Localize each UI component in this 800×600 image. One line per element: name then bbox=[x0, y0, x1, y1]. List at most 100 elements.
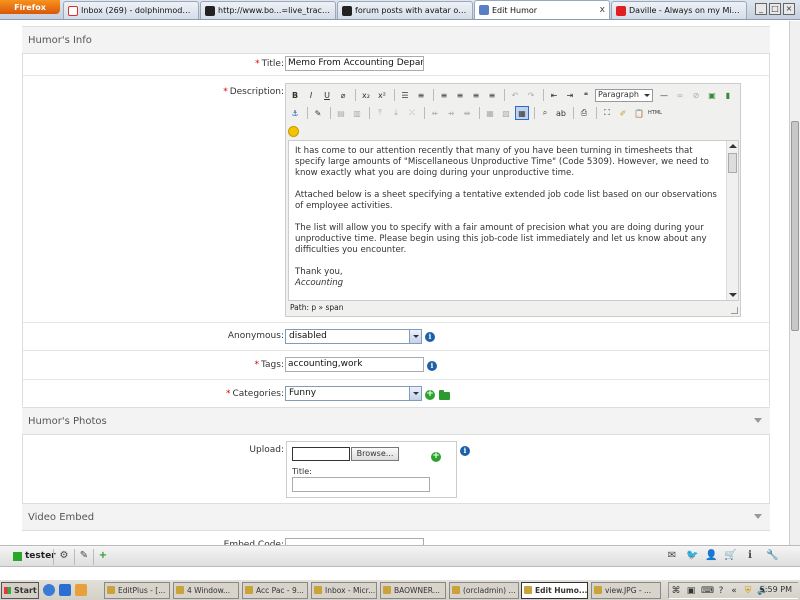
strikethrough-icon[interactable]: ⌀ bbox=[336, 88, 350, 102]
shield-icon[interactable]: ⛨ bbox=[743, 586, 753, 596]
close-tab-icon[interactable]: x bbox=[600, 5, 605, 15]
start-button[interactable]: Start bbox=[1, 582, 39, 599]
gear-icon[interactable]: ⚙ bbox=[58, 550, 70, 562]
search-icon[interactable]: ⌕ bbox=[538, 106, 552, 120]
firefox-icon[interactable] bbox=[75, 584, 87, 596]
media-icon[interactable]: ▮ bbox=[721, 88, 735, 102]
superscript-icon[interactable]: x² bbox=[375, 88, 389, 102]
insert-col-before-icon[interactable]: ⇷ bbox=[428, 106, 442, 120]
fullscreen-icon[interactable]: ⛶ bbox=[600, 106, 614, 120]
indent-icon[interactable]: ⇥ bbox=[563, 88, 577, 102]
add-photo-icon[interactable]: + bbox=[431, 452, 441, 462]
row-props-icon[interactable]: ▥ bbox=[350, 106, 364, 120]
page-scrollbar[interactable] bbox=[789, 21, 800, 545]
bullet-list-icon[interactable]: ☰ bbox=[398, 88, 412, 102]
tags-input[interactable]: accounting,work bbox=[285, 357, 424, 372]
delete-col-icon[interactable]: ⇹ bbox=[460, 106, 474, 120]
emoticon-icon[interactable] bbox=[288, 125, 299, 137]
maximize-button[interactable]: □ bbox=[769, 3, 781, 15]
info-icon[interactable]: i bbox=[427, 361, 437, 371]
folder-icon[interactable] bbox=[439, 390, 450, 400]
expand-tray-icon[interactable]: « bbox=[729, 586, 739, 596]
taskbar-item[interactable]: BAOWNER... bbox=[380, 582, 446, 599]
underline-icon[interactable]: U bbox=[320, 88, 334, 102]
section-header-video[interactable]: Video Embed bbox=[22, 503, 770, 531]
italic-icon[interactable]: I bbox=[304, 88, 318, 102]
mail-icon[interactable]: ✉ bbox=[666, 550, 678, 562]
taskbar-item-active[interactable]: Edit Humo... bbox=[521, 582, 588, 599]
table-icon[interactable]: ▦ bbox=[515, 106, 529, 120]
editor-content-area[interactable]: It has come to our attention recently th… bbox=[288, 140, 739, 301]
align-left-icon[interactable]: ≡ bbox=[437, 88, 451, 102]
tab-gmail[interactable]: Inbox (269) - dolphinmods@... bbox=[63, 1, 199, 19]
redo-icon[interactable]: ↷ bbox=[524, 88, 538, 102]
split-cells-icon[interactable]: ▦ bbox=[483, 106, 497, 120]
format-select[interactable]: Paragraph bbox=[595, 88, 653, 102]
user-icon[interactable]: 👤 bbox=[705, 550, 717, 562]
bold-icon[interactable]: B bbox=[288, 88, 302, 102]
print-icon[interactable]: ⎙ bbox=[577, 106, 591, 120]
unlink-icon[interactable]: ⊘ bbox=[689, 88, 703, 102]
undo-icon[interactable]: ↶ bbox=[508, 88, 522, 102]
info-icon[interactable]: i bbox=[425, 332, 435, 342]
title-input[interactable]: Memo From Accounting Department bbox=[285, 56, 424, 71]
insert-row-before-icon[interactable]: ⤒ bbox=[373, 106, 387, 120]
keyboard-icon[interactable]: ⌨ bbox=[701, 586, 714, 596]
align-justify-icon[interactable]: ≡ bbox=[485, 88, 499, 102]
taskbar-item[interactable]: 4 Window... bbox=[173, 582, 239, 599]
network-icon[interactable]: ⌘ bbox=[671, 586, 681, 596]
html-source-icon[interactable]: HTML bbox=[648, 106, 662, 120]
chrome-icon[interactable] bbox=[43, 584, 55, 596]
delete-row-icon[interactable]: ⤫ bbox=[405, 106, 419, 120]
close-window-button[interactable]: × bbox=[783, 3, 795, 15]
blockquote-icon[interactable]: ❝ bbox=[579, 88, 593, 102]
taskbar-item[interactable]: view.JPG - ... bbox=[591, 582, 661, 599]
image-icon[interactable]: ▣ bbox=[705, 88, 719, 102]
taskbar-item[interactable]: (orcladmin) ... bbox=[449, 582, 519, 599]
resize-handle[interactable] bbox=[731, 307, 738, 314]
tab-edit-humor[interactable]: Edit Humor x bbox=[474, 0, 610, 19]
username[interactable]: tester bbox=[25, 551, 56, 561]
paste-icon[interactable]: 📋 bbox=[632, 106, 646, 120]
add-icon[interactable]: + bbox=[97, 550, 109, 562]
edit-css-icon[interactable]: ✎ bbox=[311, 106, 325, 120]
section-header-info[interactable]: Humor's Info bbox=[22, 26, 770, 54]
replace-icon[interactable]: ab bbox=[554, 106, 568, 120]
insert-col-after-icon[interactable]: ⇸ bbox=[444, 106, 458, 120]
ie-icon[interactable] bbox=[59, 584, 71, 596]
taskbar-item[interactable]: Acc Pac - 9... bbox=[242, 582, 308, 599]
info-icon[interactable]: i bbox=[744, 550, 756, 562]
numbered-list-icon[interactable]: ≡ bbox=[414, 88, 428, 102]
scroll-thumb[interactable] bbox=[791, 121, 799, 331]
firefox-menu-button[interactable]: Firefox bbox=[0, 0, 60, 14]
help-icon[interactable]: ? bbox=[716, 586, 726, 596]
scroll-thumb[interactable] bbox=[728, 153, 737, 173]
cart-icon[interactable]: 🛒 bbox=[724, 550, 736, 562]
outdent-icon[interactable]: ⇤ bbox=[547, 88, 561, 102]
add-category-icon[interactable]: + bbox=[425, 390, 435, 400]
taskbar-item[interactable]: Inbox - Micr... bbox=[311, 582, 377, 599]
link-icon[interactable]: ∞ bbox=[673, 88, 687, 102]
photo-title-input[interactable] bbox=[292, 477, 430, 492]
scroll-down-icon[interactable] bbox=[729, 293, 737, 297]
anonymous-select[interactable]: disabled bbox=[285, 329, 422, 344]
anchor-icon[interactable]: ⚓ bbox=[288, 106, 302, 120]
tab-youtube[interactable]: Daville - Always on my Mind -... bbox=[611, 1, 747, 19]
tab-forum-posts[interactable]: forum posts with avatar on in... bbox=[337, 1, 473, 19]
insert-row-after-icon[interactable]: ⤓ bbox=[389, 106, 403, 120]
display-icon[interactable]: ▣ bbox=[686, 586, 696, 596]
editor-scrollbar[interactable] bbox=[726, 141, 738, 300]
subscript-icon[interactable]: x₂ bbox=[359, 88, 373, 102]
tab-live-tracker[interactable]: http://www.bo...=live_tracker bbox=[200, 1, 336, 19]
categories-select[interactable]: Funny bbox=[285, 386, 422, 401]
align-right-icon[interactable]: ≡ bbox=[469, 88, 483, 102]
cleanup-icon[interactable]: ✐ bbox=[616, 106, 630, 120]
browse-button[interactable]: Browse... bbox=[351, 447, 399, 461]
taskbar-item[interactable]: EditPlus - [... bbox=[104, 582, 170, 599]
merge-cells-icon[interactable]: ▧ bbox=[499, 106, 513, 120]
cell-props-icon[interactable]: ▤ bbox=[334, 106, 348, 120]
info-icon[interactable]: i bbox=[460, 446, 470, 456]
file-path-input[interactable] bbox=[292, 447, 350, 461]
section-header-photos[interactable]: Humor's Photos bbox=[22, 407, 770, 435]
twitter-icon[interactable]: 🐦 bbox=[686, 550, 698, 562]
